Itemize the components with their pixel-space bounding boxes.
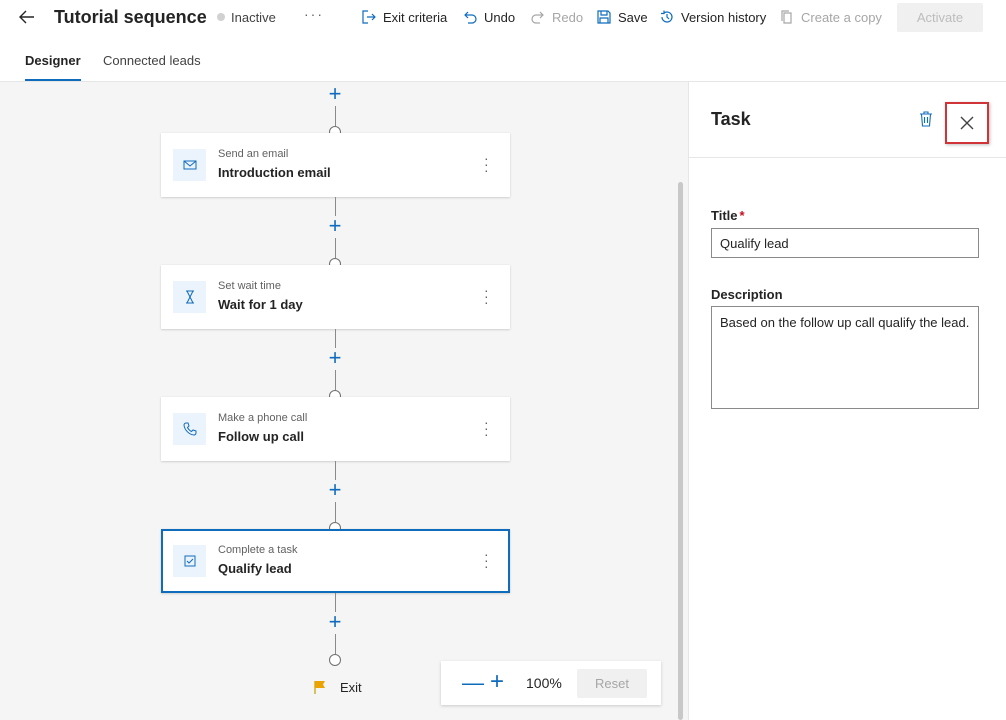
exit-criteria-button[interactable]: Exit criteria: [361, 9, 447, 25]
sequence-title: Tutorial sequence: [54, 7, 207, 27]
version-history-button[interactable]: Version history: [659, 9, 766, 25]
step-type: Set wait time: [218, 280, 281, 292]
mail-icon: [183, 160, 196, 170]
zoom-in-button[interactable]: +: [490, 668, 504, 696]
exit-criteria-icon: [362, 10, 376, 24]
exit-label: Exit: [340, 679, 362, 695]
title-input[interactable]: [711, 228, 979, 258]
connector-line: [335, 502, 336, 522]
connector-line: [335, 634, 336, 654]
step-icon-box: [173, 413, 206, 445]
description-textarea[interactable]: Based on the follow up call qualify the …: [711, 306, 979, 409]
step-icon-box: [173, 545, 206, 577]
connector-line: [335, 370, 336, 390]
connector-line: [335, 238, 336, 258]
step-name: Qualify lead: [218, 561, 292, 576]
tab-connected-leads[interactable]: Connected leads: [103, 53, 201, 68]
more-options-button[interactable]: ···: [304, 6, 324, 22]
phone-icon: [182, 422, 196, 436]
step-type: Send an email: [218, 148, 289, 160]
tab-bar: Designer Connected leads: [0, 42, 1006, 82]
undo-label: Undo: [484, 9, 516, 25]
add-step-icon[interactable]: +: [324, 347, 346, 370]
step-card-phone-call[interactable]: Make a phone call Follow up call · · ·: [161, 397, 510, 461]
panel-title: Task: [711, 109, 751, 129]
step-name: Follow up call: [218, 429, 304, 444]
status-badge: Inactive: [217, 10, 276, 25]
undo-icon: [464, 11, 477, 24]
status-dot-icon: [217, 13, 225, 21]
task-properties-panel: Task Title* Description Based on the fol…: [688, 82, 1006, 720]
close-icon: [960, 116, 974, 130]
title-field-label: Title *: [711, 208, 745, 223]
redo-label: Redo: [552, 9, 584, 25]
step-type: Complete a task: [218, 544, 298, 556]
step-name: Wait for 1 day: [218, 297, 303, 312]
step-type: Make a phone call: [218, 412, 308, 424]
create-copy-button[interactable]: Create a copy: [779, 9, 882, 25]
panel-header: Task: [689, 82, 1006, 158]
zoom-controls: — + 100% Reset: [441, 661, 661, 705]
zoom-level: 100%: [526, 675, 562, 691]
undo-button[interactable]: Undo: [462, 9, 515, 25]
required-marker: *: [739, 208, 745, 223]
copy-icon: [781, 10, 792, 24]
status-label: Inactive: [231, 10, 276, 25]
exit-node[interactable]: Exit: [312, 679, 362, 695]
add-step-icon[interactable]: +: [324, 215, 346, 238]
redo-icon: [531, 11, 544, 24]
save-icon: [597, 10, 611, 24]
tab-designer[interactable]: Designer: [25, 53, 81, 81]
designer-canvas[interactable]: + Send an email Introduction email · · · +…: [0, 82, 688, 720]
connector-node: [329, 654, 341, 666]
add-step-icon[interactable]: +: [324, 479, 346, 502]
history-icon: [661, 10, 673, 23]
activate-button[interactable]: Activate: [897, 3, 983, 32]
step-icon-box: [173, 149, 206, 181]
add-step-icon[interactable]: +: [324, 83, 346, 106]
exit-criteria-label: Exit criteria: [383, 9, 448, 25]
save-button[interactable]: Save: [596, 9, 648, 25]
step-more-icon[interactable]: · · ·: [484, 547, 489, 573]
close-panel-button[interactable]: [945, 102, 989, 144]
add-step-icon[interactable]: +: [324, 611, 346, 634]
step-more-icon[interactable]: · · ·: [484, 151, 489, 177]
step-card-complete-task[interactable]: Complete a task Qualify lead · · ·: [161, 529, 510, 593]
zoom-out-button[interactable]: —: [462, 670, 484, 696]
canvas-scrollbar[interactable]: [678, 182, 683, 720]
step-name: Introduction email: [218, 165, 331, 180]
step-card-wait-time[interactable]: Set wait time Wait for 1 day · · ·: [161, 265, 510, 329]
flag-icon: [314, 681, 325, 694]
description-field-label: Description: [711, 287, 783, 302]
zoom-reset-button[interactable]: Reset: [577, 669, 647, 698]
hourglass-icon: [185, 290, 194, 304]
step-card-send-email[interactable]: Send an email Introduction email · · ·: [161, 133, 510, 197]
task-check-icon: [184, 555, 195, 567]
redo-button[interactable]: Redo: [530, 9, 583, 25]
version-history-label: Version history: [681, 9, 767, 25]
back-arrow-icon[interactable]: [16, 6, 38, 28]
step-more-icon[interactable]: · · ·: [484, 415, 489, 441]
step-more-icon[interactable]: · · ·: [484, 283, 489, 309]
title-label-text: Title: [711, 208, 738, 223]
create-copy-label: Create a copy: [801, 9, 882, 25]
step-icon-box: [173, 281, 206, 313]
connector-line: [335, 106, 336, 126]
delete-icon[interactable]: [919, 110, 933, 128]
save-label: Save: [618, 9, 648, 25]
command-bar: Tutorial sequence Inactive ··· Exit crit…: [0, 0, 1006, 36]
